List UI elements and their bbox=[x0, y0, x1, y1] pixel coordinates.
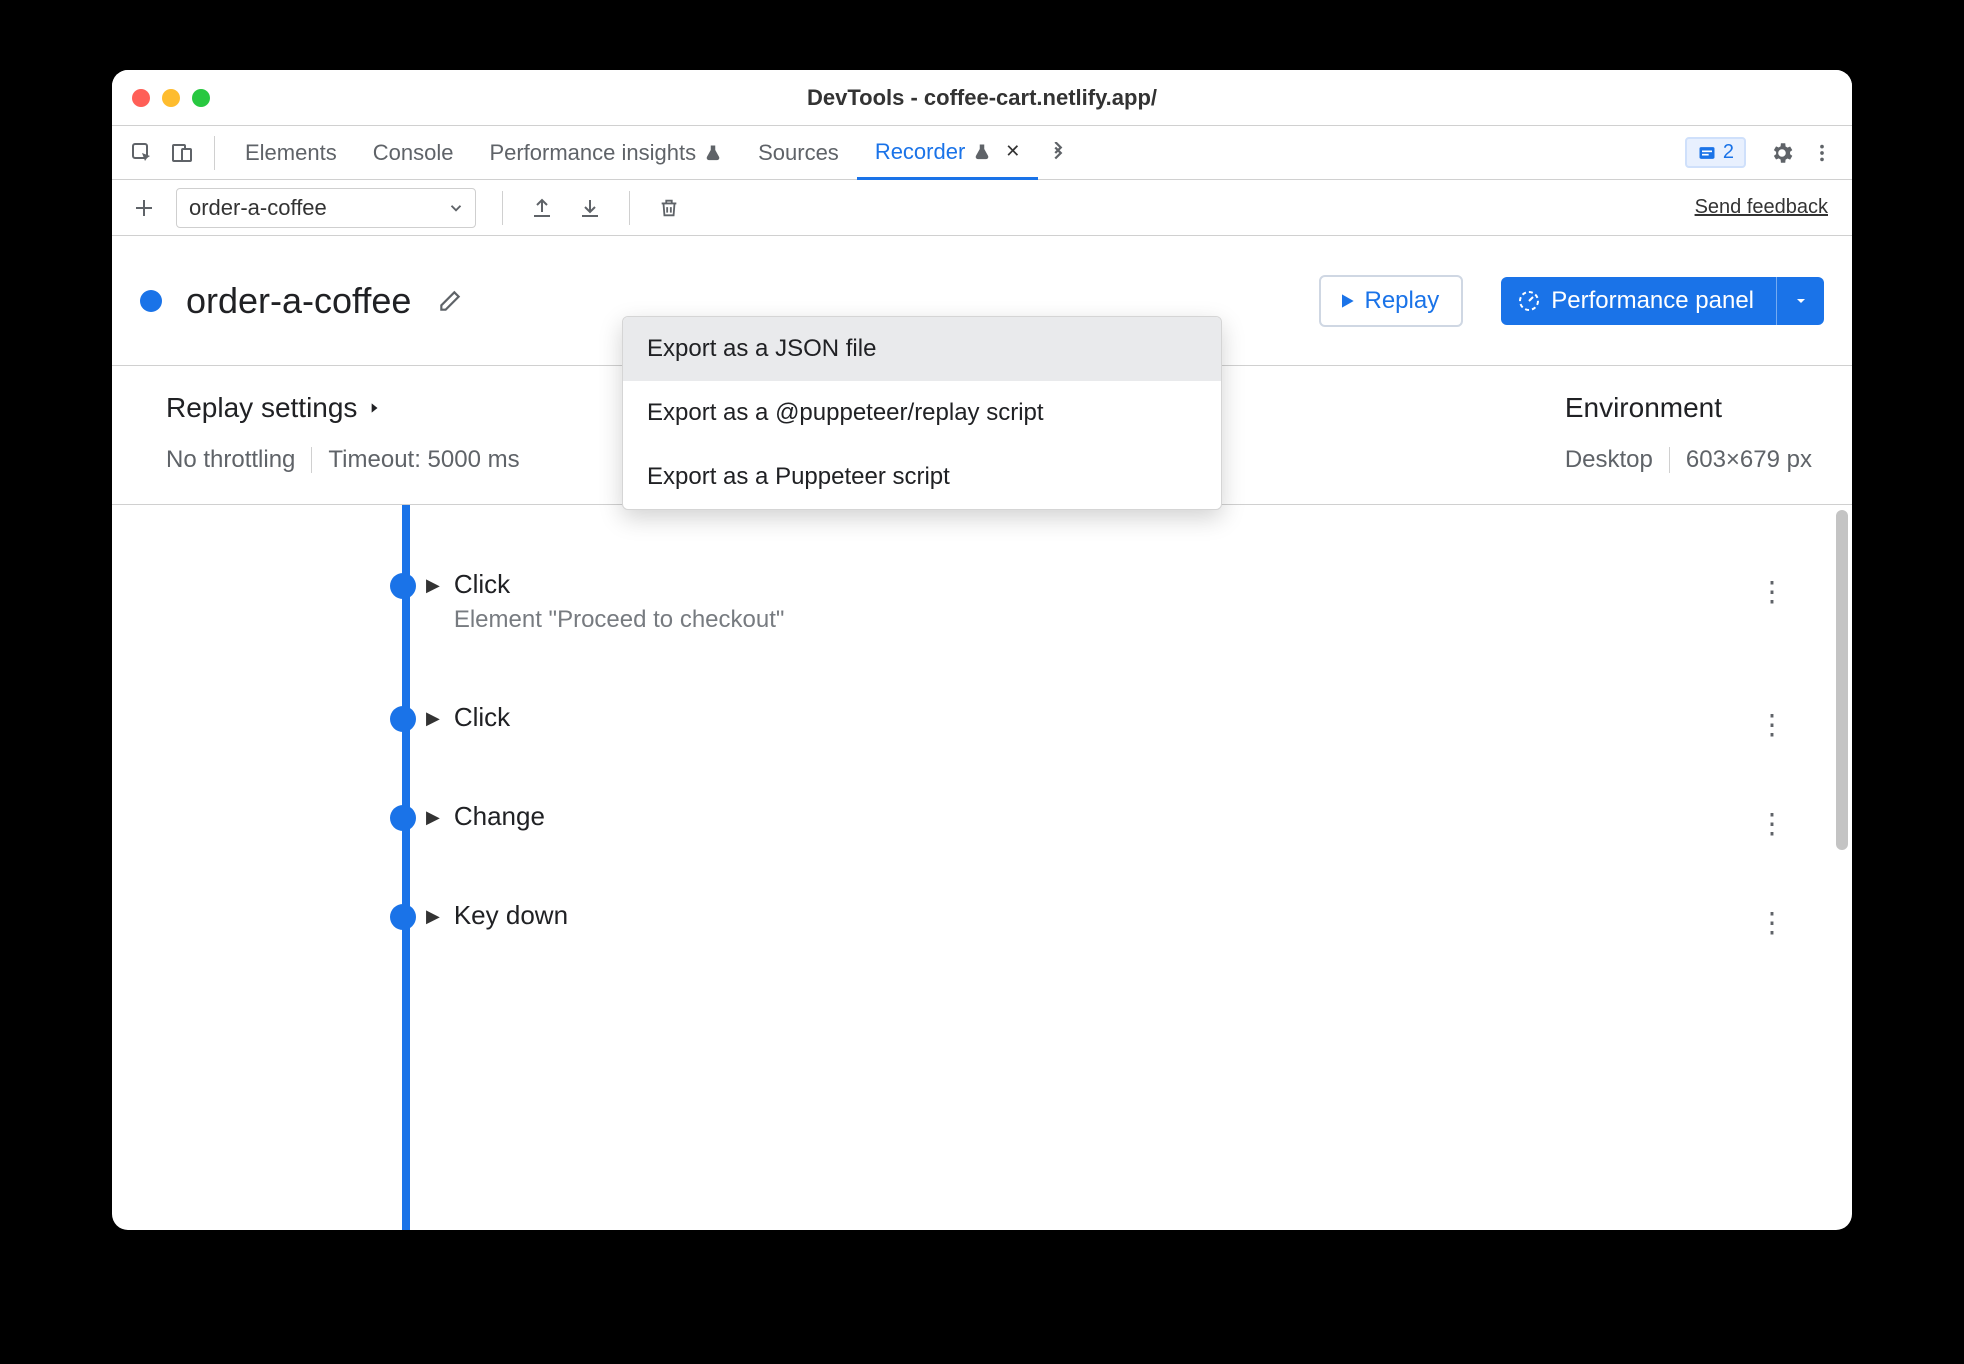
step-item[interactable]: ▶ Key down ⋮ bbox=[166, 866, 1812, 965]
export-puppeteer-replay-item[interactable]: Export as a @puppeteer/replay script bbox=[623, 381, 1221, 445]
close-window-button[interactable] bbox=[132, 89, 150, 107]
step-node-icon bbox=[390, 706, 416, 732]
step-node-icon bbox=[390, 805, 416, 831]
step-item[interactable]: ▶ Change ⋮ bbox=[166, 767, 1812, 866]
divider bbox=[1669, 447, 1670, 473]
step-more-icon[interactable]: ⋮ bbox=[1758, 906, 1786, 939]
device-toolbar-icon[interactable] bbox=[162, 133, 202, 173]
minimize-window-button[interactable] bbox=[162, 89, 180, 107]
play-icon bbox=[1337, 291, 1357, 311]
export-menu: Export as a JSON file Export as a @puppe… bbox=[622, 316, 1222, 510]
replay-button[interactable]: Replay bbox=[1319, 275, 1464, 327]
step-node-icon bbox=[390, 904, 416, 930]
step-item[interactable]: ▶ Click Element "Proceed to checkout" ⋮ bbox=[166, 535, 1812, 668]
performance-panel-button-group: Performance panel bbox=[1501, 277, 1824, 325]
tab-sources[interactable]: Sources bbox=[740, 126, 857, 180]
gauge-icon bbox=[1517, 289, 1541, 313]
main-tabs: Elements Console Performance insights So… bbox=[112, 126, 1852, 180]
issues-count: 2 bbox=[1723, 141, 1734, 164]
step-more-icon[interactable]: ⋮ bbox=[1758, 708, 1786, 741]
divider bbox=[311, 447, 312, 473]
tab-label: Recorder bbox=[875, 139, 965, 165]
tab-label: Console bbox=[373, 140, 454, 166]
device-value: Desktop bbox=[1565, 446, 1653, 474]
close-tab-icon[interactable]: ✕ bbox=[1005, 141, 1020, 162]
inspect-element-icon[interactable] bbox=[122, 133, 162, 173]
environment-heading: Environment bbox=[1565, 392, 1812, 424]
recording-selector[interactable]: order-a-coffee bbox=[176, 188, 476, 228]
issue-icon bbox=[1697, 143, 1717, 163]
record-indicator-icon bbox=[140, 290, 162, 312]
divider bbox=[502, 191, 503, 225]
step-label: Key down bbox=[454, 900, 568, 931]
environment-label: Environment bbox=[1565, 392, 1722, 424]
export-puppeteer-item[interactable]: Export as a Puppeteer script bbox=[623, 445, 1221, 509]
flask-icon bbox=[704, 144, 722, 162]
divider bbox=[214, 136, 215, 170]
tab-elements[interactable]: Elements bbox=[227, 126, 355, 180]
kebab-menu-icon[interactable] bbox=[1802, 133, 1842, 173]
step-more-icon[interactable]: ⋮ bbox=[1758, 575, 1786, 608]
performance-panel-label: Performance panel bbox=[1551, 287, 1754, 315]
chevron-down-icon bbox=[447, 199, 465, 217]
steps-list: ▶ Click Element "Proceed to checkout" ⋮ … bbox=[112, 505, 1852, 1230]
replay-label: Replay bbox=[1365, 287, 1440, 315]
delete-button[interactable] bbox=[648, 187, 690, 229]
throttling-value: No throttling bbox=[166, 446, 295, 474]
expand-caret-icon[interactable]: ▶ bbox=[426, 906, 440, 927]
maximize-window-button[interactable] bbox=[192, 89, 210, 107]
export-button[interactable] bbox=[521, 187, 563, 229]
step-label: Change bbox=[454, 801, 545, 832]
step-label: Click bbox=[454, 569, 785, 600]
performance-panel-button[interactable]: Performance panel bbox=[1501, 277, 1776, 325]
divider bbox=[629, 191, 630, 225]
devtools-window: DevTools - coffee-cart.netlify.app/ Elem… bbox=[112, 70, 1852, 1230]
tab-console[interactable]: Console bbox=[355, 126, 472, 180]
viewport-value: 603×679 px bbox=[1686, 446, 1812, 474]
import-button[interactable] bbox=[569, 187, 611, 229]
edit-title-button[interactable] bbox=[435, 286, 465, 316]
settings-gear-icon[interactable] bbox=[1762, 133, 1802, 173]
traffic-lights bbox=[132, 89, 210, 107]
tab-recorder[interactable]: Recorder ✕ bbox=[857, 126, 1039, 180]
step-sublabel: Element "Proceed to checkout" bbox=[454, 606, 785, 634]
expand-caret-icon[interactable]: ▶ bbox=[426, 807, 440, 828]
scrollbar[interactable] bbox=[1836, 510, 1848, 850]
tab-label: Elements bbox=[245, 140, 337, 166]
replay-settings-label: Replay settings bbox=[166, 392, 357, 424]
recording-selector-value: order-a-coffee bbox=[189, 195, 327, 221]
window-title: DevTools - coffee-cart.netlify.app/ bbox=[112, 85, 1852, 111]
recording-title: order-a-coffee bbox=[186, 280, 411, 322]
step-node-icon bbox=[390, 573, 416, 599]
tab-label: Performance insights bbox=[489, 140, 696, 166]
flask-icon bbox=[973, 143, 991, 161]
expand-caret-icon[interactable]: ▶ bbox=[426, 575, 440, 596]
issues-badge[interactable]: 2 bbox=[1685, 137, 1746, 168]
send-feedback-link[interactable]: Send feedback bbox=[1695, 196, 1828, 219]
step-label: Click bbox=[454, 702, 510, 733]
tab-performance-insights[interactable]: Performance insights bbox=[471, 126, 740, 180]
titlebar: DevTools - coffee-cart.netlify.app/ bbox=[112, 70, 1852, 126]
step-item[interactable]: ▶ Click ⋮ bbox=[166, 668, 1812, 767]
export-json-item[interactable]: Export as a JSON file bbox=[623, 317, 1221, 381]
timeout-value: Timeout: 5000 ms bbox=[328, 446, 519, 474]
more-tabs-icon[interactable] bbox=[1038, 133, 1078, 173]
new-recording-button[interactable] bbox=[126, 190, 162, 226]
recorder-toolbar: order-a-coffee Send feedback bbox=[112, 180, 1852, 236]
tab-label: Sources bbox=[758, 140, 839, 166]
chevron-right-icon bbox=[367, 401, 381, 415]
step-more-icon[interactable]: ⋮ bbox=[1758, 807, 1786, 840]
expand-caret-icon[interactable]: ▶ bbox=[426, 708, 440, 729]
performance-panel-dropdown[interactable] bbox=[1776, 277, 1824, 325]
